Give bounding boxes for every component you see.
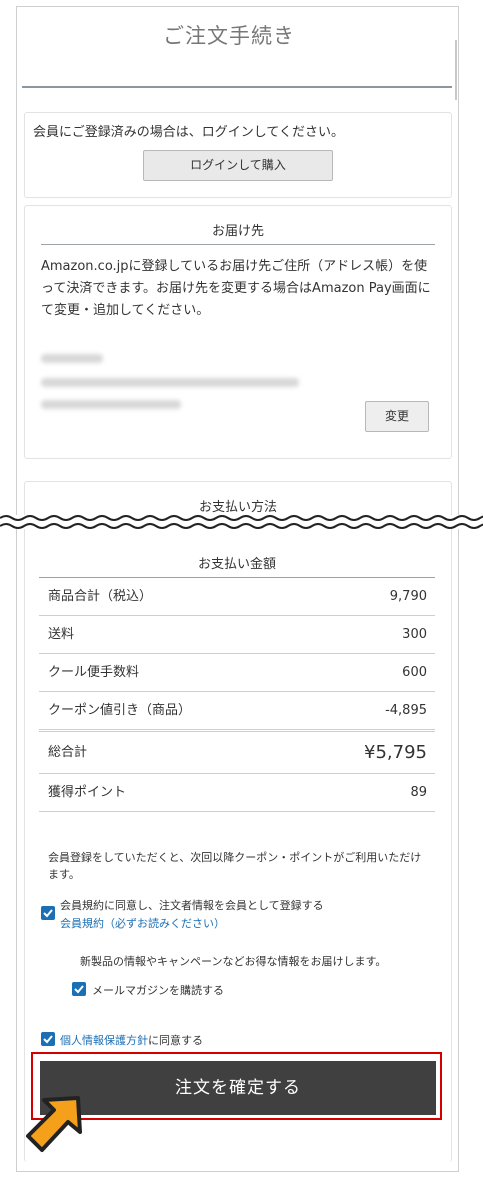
row-label: 商品合計（税込）: [48, 589, 153, 604]
member-agree-label[interactable]: 会員規約に同意し、注文者情報を会員として登録する: [60, 897, 324, 913]
row-value: -4,895: [385, 703, 427, 718]
row-label: 送料: [48, 627, 75, 642]
login-purchase-button[interactable]: ログインして購入: [143, 150, 333, 181]
privacy-policy-link[interactable]: 個人情報保護方針: [60, 1034, 148, 1047]
login-message: 会員にご登録済みの場合は、ログインしてください。: [33, 125, 344, 140]
shipping-divider: [41, 244, 435, 245]
check-icon: [43, 909, 53, 918]
torn-edge-divider: [0, 515, 483, 529]
shipping-description: Amazon.co.jpに登録しているお届け先ご住所（アドレス帳）を使って決済で…: [41, 259, 431, 318]
total-label: 総合計: [48, 745, 88, 760]
pointer-arrow-icon: [26, 1096, 82, 1152]
shipping-card: お届け先 Amazon.co.jpに登録しているお届け先ご住所（アドレス帳）を使…: [24, 205, 452, 459]
newsletter-note: 新製品の情報やキャンペーンなどお得な情報をお届けします。: [80, 955, 387, 968]
member-agree-checkbox[interactable]: [41, 906, 55, 920]
blurred-phone: [41, 400, 181, 409]
row-label: クーポン値引き（商品）: [48, 703, 192, 718]
title-divider: [22, 86, 452, 88]
check-icon: [74, 985, 84, 994]
table-row: クール便手数料 600: [39, 654, 435, 692]
check-icon: [43, 1035, 53, 1044]
points-row: 獲得ポイント 89: [39, 774, 435, 812]
table-row: 商品合計（税込） 9,790: [39, 577, 435, 616]
blurred-name: [41, 354, 103, 363]
row-value: 9,790: [389, 589, 427, 604]
amount-table: 商品合計（税込） 9,790 送料 300 クール便手数料 600 クーポン値引…: [39, 577, 435, 812]
terms-link[interactable]: 会員規約（必ずお読みください）: [60, 915, 225, 931]
row-label: クール便手数料: [48, 665, 140, 680]
points-value: 89: [410, 785, 427, 800]
total-value: ¥5,795: [364, 742, 427, 763]
table-row: クーポン値引き（商品） -4,895: [39, 692, 435, 732]
privacy-suffix: に同意する: [148, 1034, 203, 1047]
shipping-heading: お届け先: [211, 224, 264, 239]
row-value: 300: [402, 627, 427, 642]
newsletter-checkbox[interactable]: [72, 982, 86, 996]
blurred-address: [41, 378, 299, 387]
change-address-button[interactable]: 変更: [365, 401, 429, 432]
page-title: ご注文手続き: [163, 24, 295, 48]
table-row: 送料 300: [39, 616, 435, 654]
login-card: 会員にご登録済みの場合は、ログインしてください。 ログインして購入: [24, 112, 452, 198]
points-label: 獲得ポイント: [48, 785, 127, 800]
confirm-order-button[interactable]: 注文を確定する: [40, 1061, 436, 1115]
amount-heading: お支払い金額: [197, 557, 276, 572]
total-row: 総合計 ¥5,795: [39, 732, 435, 774]
row-value: 600: [402, 665, 427, 680]
privacy-checkbox[interactable]: [41, 1032, 55, 1046]
newsletter-label[interactable]: メールマガジンを購読する: [92, 982, 224, 998]
privacy-label: 個人情報保護方針に同意する: [60, 1032, 203, 1048]
membership-note: 会員登録をしていただくと、次回以降クーポン・ポイントがご利用いただけます。: [48, 851, 422, 881]
